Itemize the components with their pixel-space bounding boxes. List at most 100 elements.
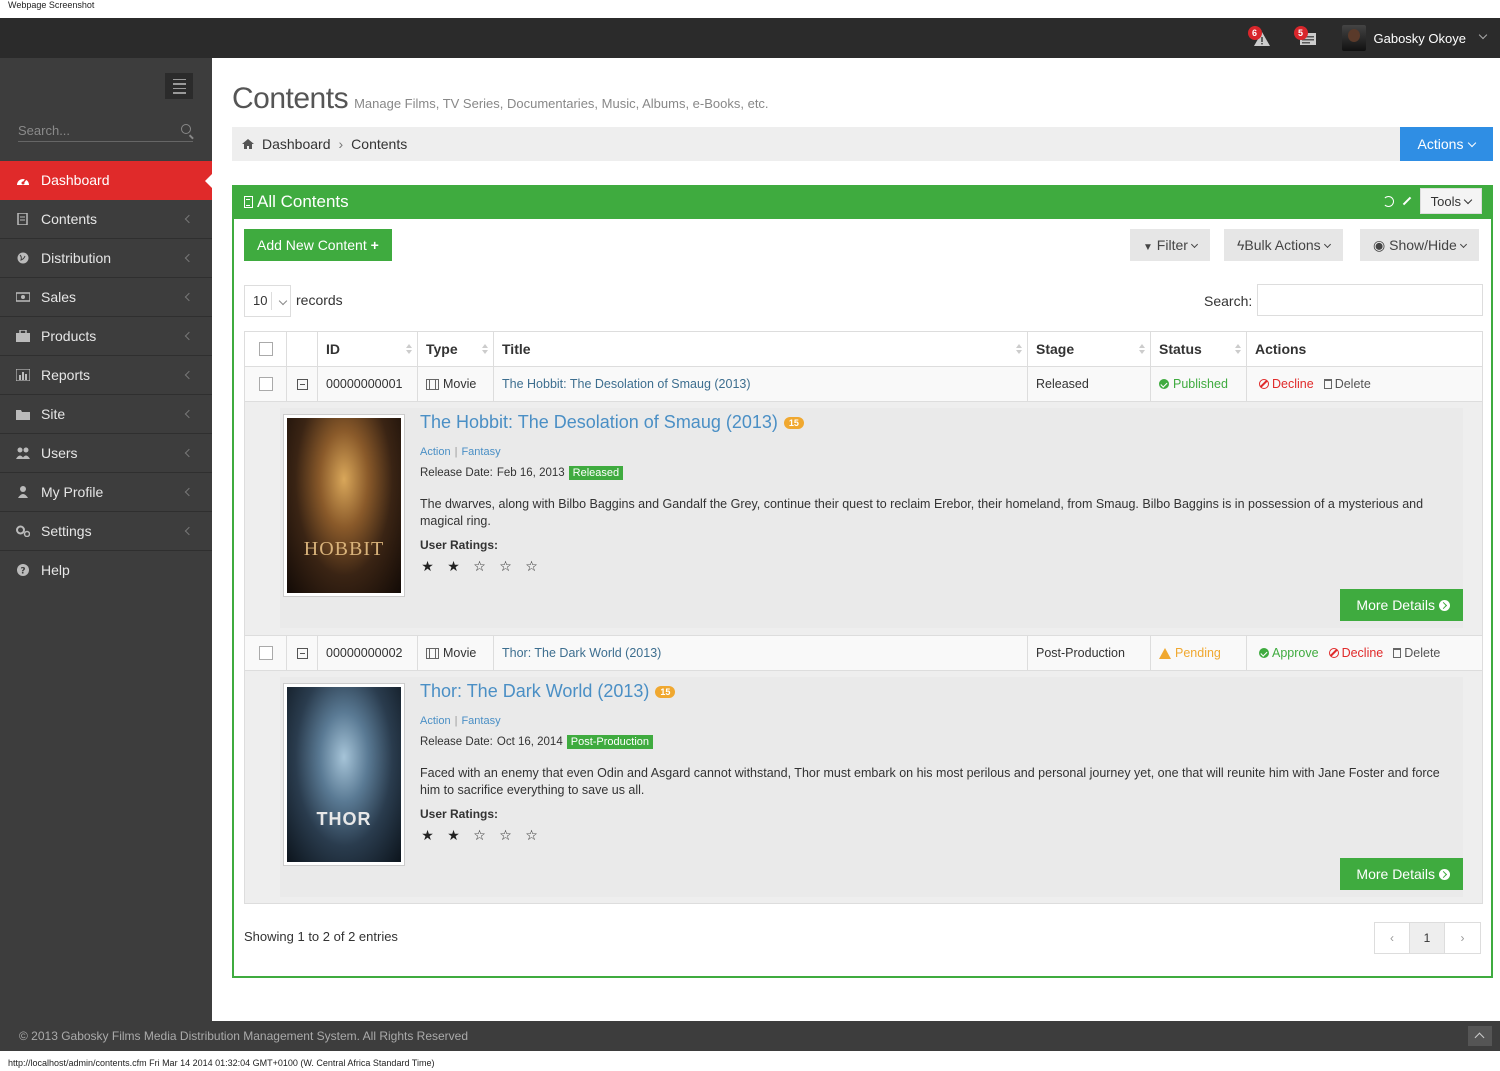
pagination-page-1[interactable]: 1	[1410, 923, 1445, 953]
chevron-down-icon	[1459, 240, 1467, 249]
warning-notification-button[interactable]: 6	[1247, 26, 1274, 50]
pagination-prev-button[interactable]: ‹	[1375, 923, 1410, 953]
sidebar-item-settings[interactable]: Settings	[0, 512, 212, 551]
document-icon	[244, 196, 253, 208]
star-empty-icon[interactable]: ☆	[498, 558, 513, 575]
sidebar-item-label: Settings	[41, 523, 92, 539]
detail-title[interactable]: Thor: The Dark World (2013) 15	[420, 681, 676, 702]
contents-table: ID Type Title Stage Status Actions 00000…	[244, 331, 1483, 904]
row-checkbox[interactable]	[258, 646, 273, 660]
actions-dropdown-button[interactable]: Actions	[1400, 127, 1493, 161]
ban-icon	[1328, 648, 1339, 658]
records-length-select[interactable]: 10	[244, 285, 291, 317]
filter-icon: ▼	[1143, 242, 1153, 253]
menu-toggle-button[interactable]	[165, 73, 193, 99]
row-type: Movie	[418, 636, 494, 670]
genre-link[interactable]: Action	[420, 715, 451, 727]
star-empty-icon[interactable]: ☆	[472, 827, 487, 844]
sidebar-item-sales[interactable]: Sales	[0, 278, 212, 317]
sidebar-item-users[interactable]: Users	[0, 434, 212, 473]
row-stage: Released	[1028, 367, 1151, 401]
more-details-button[interactable]: More Details	[1340, 858, 1463, 890]
pagination-next-button[interactable]: ›	[1445, 923, 1480, 953]
delete-button[interactable]: Delete	[1393, 646, 1440, 660]
scroll-to-top-button[interactable]	[1468, 1026, 1492, 1046]
panel-header: All Contents Tools	[234, 185, 1491, 219]
wrench-icon[interactable]	[1402, 196, 1411, 206]
stage-badge: Post-Production	[566, 735, 653, 749]
chevron-down-icon	[1468, 138, 1477, 148]
star-filled-icon[interactable]: ★	[420, 558, 435, 575]
star-empty-icon[interactable]: ☆	[498, 827, 513, 844]
sidebar-item-site[interactable]: Site	[0, 395, 212, 434]
folder-icon	[16, 410, 30, 420]
filter-button[interactable]: ▼ Filter	[1130, 229, 1210, 261]
delete-button[interactable]: Delete	[1323, 377, 1371, 391]
row-checkbox[interactable]	[258, 377, 273, 391]
tools-dropdown-button[interactable]: Tools	[1419, 188, 1482, 214]
detail-title[interactable]: The Hobbit: The Desolation of Smaug (201…	[420, 412, 804, 433]
collapse-icon[interactable]	[296, 378, 308, 390]
sidebar-item-help[interactable]: ? Help	[0, 551, 212, 590]
column-header-title[interactable]: Title	[494, 332, 1028, 366]
sidebar-item-my-profile[interactable]: My Profile	[0, 473, 212, 512]
poster-title: HOBBIT	[303, 538, 385, 560]
collapse-icon[interactable]	[296, 647, 308, 659]
film-icon	[426, 378, 439, 390]
sidebar-item-reports[interactable]: Reports	[0, 356, 212, 395]
row-title-link[interactable]: The Hobbit: The Desolation of Smaug (201…	[494, 367, 1028, 401]
genre-link[interactable]: Fantasy	[461, 715, 500, 727]
genre-link[interactable]: Action	[420, 446, 451, 458]
row-detail: THOR Thor: The Dark World (2013) 15 Actio…	[245, 671, 1482, 904]
stage-badge: Released	[568, 466, 624, 480]
sidebar-search-input[interactable]	[18, 118, 168, 142]
chevron-left-icon	[184, 448, 194, 458]
check-circle-icon	[1159, 379, 1169, 389]
sidebar-item-distribution[interactable]: Distribution	[0, 239, 212, 278]
show-hide-button[interactable]: ◉ Show/Hide	[1360, 229, 1479, 261]
column-header-type[interactable]: Type	[418, 332, 494, 366]
decline-button[interactable]: Decline	[1328, 646, 1383, 660]
sidebar-item-label: My Profile	[41, 484, 104, 500]
star-filled-icon[interactable]: ★	[446, 827, 461, 844]
rating-stars[interactable]: ★ ★ ☆ ☆ ☆	[420, 558, 539, 575]
search-icon[interactable]	[181, 124, 191, 134]
page-title: Contents Manage Films, TV Series, Documen…	[232, 82, 769, 116]
decline-button[interactable]: Decline	[1259, 377, 1314, 391]
star-empty-icon[interactable]: ☆	[524, 827, 539, 844]
sidebar-item-dashboard[interactable]: Dashboard	[0, 161, 213, 200]
star-empty-icon[interactable]: ☆	[524, 558, 539, 575]
messages-notification-button[interactable]: 5	[1293, 26, 1320, 50]
column-header-stage[interactable]: Stage	[1028, 332, 1151, 366]
breadcrumb-separator: ›	[338, 136, 344, 152]
sidebar-item-products[interactable]: Products	[0, 317, 212, 356]
star-empty-icon[interactable]: ☆	[472, 558, 487, 575]
add-new-content-button[interactable]: Add New Content +	[244, 229, 392, 261]
sidebar-item-label: Products	[41, 328, 97, 344]
star-filled-icon[interactable]: ★	[420, 827, 435, 844]
film-icon	[426, 647, 439, 659]
column-header-actions: Actions	[1255, 341, 1307, 357]
eye-icon: ◉	[1373, 237, 1386, 253]
select-all-checkbox[interactable]	[258, 342, 273, 356]
approve-button[interactable]: Approve	[1259, 646, 1319, 660]
hamburger-icon	[172, 78, 186, 80]
chevron-down-icon	[1190, 240, 1198, 249]
table-search-input[interactable]	[1257, 284, 1483, 316]
column-header-status[interactable]: Status	[1151, 332, 1247, 366]
rating-stars[interactable]: ★ ★ ☆ ☆ ☆	[420, 827, 539, 844]
user-menu[interactable]: Gabosky Okoye	[1341, 25, 1488, 51]
chevron-left-icon	[184, 370, 194, 380]
breadcrumb-dashboard-link[interactable]: Dashboard	[262, 136, 331, 152]
genre-link[interactable]: Fantasy	[461, 446, 500, 458]
more-details-button[interactable]: More Details	[1340, 589, 1463, 621]
star-filled-icon[interactable]: ★	[446, 558, 461, 575]
column-header-id[interactable]: ID	[318, 332, 418, 366]
detail-release: Release Date: Oct 16, 2014 Post-Production	[420, 735, 653, 749]
chevron-left-icon	[184, 526, 194, 536]
bulk-actions-button[interactable]: ϟBulk Actions	[1224, 229, 1343, 261]
row-title-link[interactable]: Thor: The Dark World (2013)	[494, 636, 1028, 670]
notification-count-badge: 6	[1247, 26, 1262, 40]
refresh-icon[interactable]	[1382, 195, 1394, 207]
sidebar-item-contents[interactable]: Contents	[0, 200, 212, 239]
